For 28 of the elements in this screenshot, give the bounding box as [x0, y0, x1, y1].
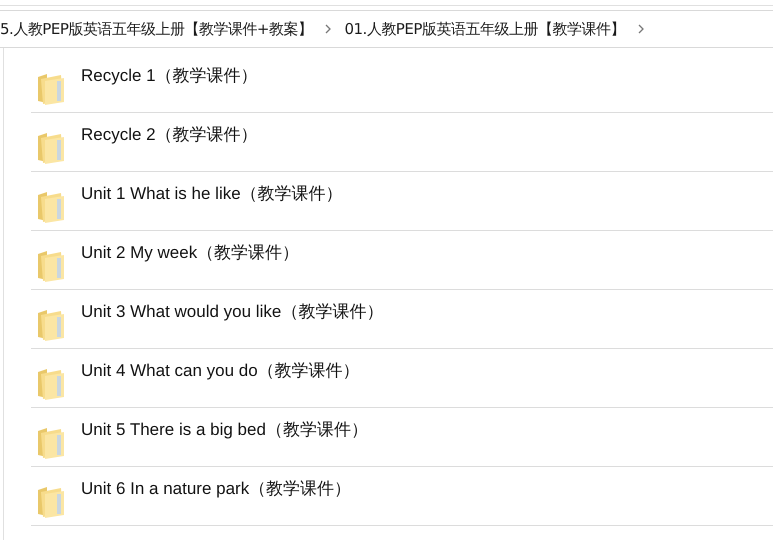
folder-row[interactable]: Unit 4 What can you do（教学课件）: [31, 349, 773, 408]
chevron-icon: [324, 24, 332, 34]
folder-row[interactable]: Unit 1 What is he like（教学课件）: [31, 172, 773, 231]
folder-row[interactable]: Unit 3 What would you like（教学课件）: [31, 290, 773, 349]
breadcrumb-item[interactable]: 01.人教PEP版英语五年级上册【教学课件】: [344, 18, 625, 40]
folder-row[interactable]: Recycle 2（教学课件）: [31, 113, 773, 172]
folder-row[interactable]: Unit 6 In a nature park（教学课件）: [31, 467, 773, 526]
folder-name: Unit 2 My week（教学课件）: [81, 242, 300, 264]
folder-icon: [37, 366, 65, 400]
folder-row[interactable]: Unit 2 My week（教学课件）: [31, 231, 773, 290]
folder-icon: [37, 484, 65, 518]
folder-icon: [37, 307, 65, 341]
folder-row[interactable]: Recycle 1（教学课件）: [31, 54, 773, 113]
folder-icon: [37, 248, 65, 282]
folder-icon: [37, 425, 65, 459]
folder-icon: [37, 130, 65, 164]
folder-name: Unit 4 What can you do（教学课件）: [81, 360, 360, 382]
folder-name: Recycle 1（教学课件）: [81, 65, 258, 87]
folder-name: Recycle 2（教学课件）: [81, 124, 258, 146]
folder-name: Unit 3 What would you like（教学课件）: [81, 301, 384, 323]
folder-name: Unit 6 In a nature park（教学课件）: [81, 478, 352, 500]
folder-icon: [37, 71, 65, 105]
folder-row[interactable]: Unit 5 There is a big bed（教学课件）: [31, 408, 773, 467]
folder-icon: [37, 189, 65, 223]
folder-name: Unit 5 There is a big bed（教学课件）: [81, 419, 368, 441]
chevron-icon: [636, 24, 645, 34]
breadcrumb-item[interactable]: 5.人教PEP版英语五年级上册【教学课件+教案】: [0, 18, 312, 40]
folder-name: Unit 1 What is he like（教学课件）: [81, 183, 343, 205]
